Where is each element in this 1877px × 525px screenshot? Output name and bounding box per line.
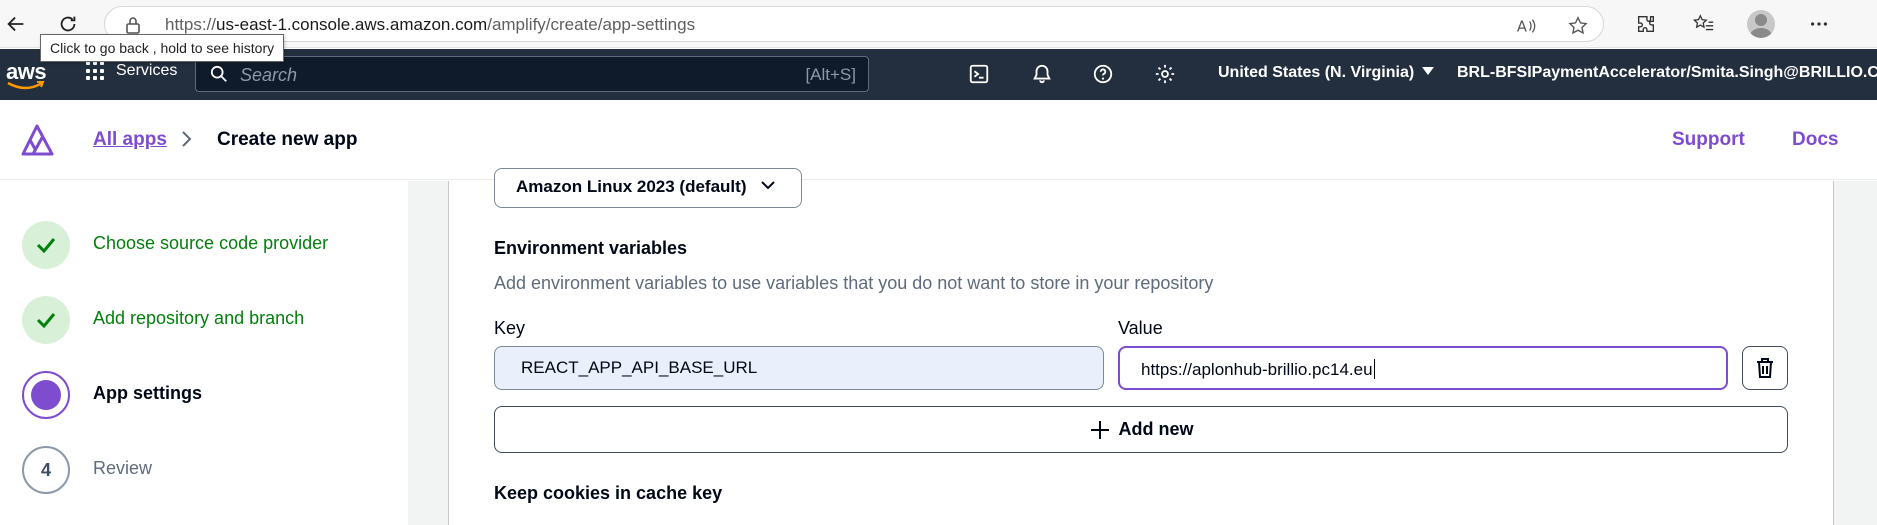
back-button[interactable] [0,8,32,40]
step-complete-badge [22,221,70,269]
env-value-text: https://aplonhub-brillio.pc14.eu [1141,359,1375,379]
notifications-button[interactable] [1030,62,1054,86]
search-placeholder: Search [240,65,298,85]
keep-cookies-title: Keep cookies in cache key [494,483,723,503]
remove-variable-button[interactable] [1742,346,1788,390]
step-number-badge: 4 [22,446,70,494]
more-dots-icon [1810,22,1828,26]
key-label: Key [494,318,526,338]
plus-icon [1090,420,1109,439]
chevron-down-icon [761,181,775,190]
help-button[interactable] [1091,62,1115,86]
build-image-value: Amazon Linux 2023 (default) [516,177,747,196]
services-label: Services [116,62,178,79]
step-add-repository[interactable]: Add repository and branch [22,296,402,344]
active-dot-icon [31,380,61,410]
reload-icon [60,16,76,32]
url-text: https://us-east-1.console.aws.amazon.com… [165,15,696,34]
back-arrow-icon [7,16,24,32]
env-vars-title: Environment variables [494,238,688,258]
amplify-logo-icon[interactable] [20,122,58,156]
services-grid-icon [86,61,106,81]
favorite-star-icon[interactable] [1567,15,1589,37]
content-gutter-right [1834,181,1877,525]
search-shortcut: [Alt+S] [805,65,856,84]
trash-icon [1757,358,1773,378]
lock-icon [126,17,140,34]
cloudshell-icon [969,64,989,84]
svg-text:A: A [1517,19,1527,36]
puzzle-icon [1637,15,1655,33]
step-label: App settings [93,383,203,403]
add-new-variable-button[interactable]: Add new [494,406,1788,453]
help-icon [1093,64,1113,84]
extensions-button[interactable] [1632,10,1660,38]
env-key-input[interactable]: REACT_APP_API_BASE_URL [494,346,1104,390]
env-vars-description: Add environment variables to use variabl… [494,273,1214,293]
docs-link[interactable]: Docs [1792,129,1838,151]
gear-icon [1155,64,1175,84]
step-app-settings[interactable]: App settings [22,371,402,419]
check-icon [36,238,56,253]
env-key-text: REACT_APP_API_BASE_URL [521,358,758,377]
browser-menu-button[interactable] [1805,10,1833,38]
favorites-button[interactable] [1690,10,1718,38]
content-gutter-left [408,181,448,525]
step-choose-source[interactable]: Choose source code provider [22,221,402,269]
breadcrumb-all-apps[interactable]: All apps [93,129,167,151]
favorites-list-icon [1693,14,1714,31]
step-label: Add repository and branch [93,308,305,328]
read-aloud-icon[interactable]: A [1515,15,1537,37]
amplify-header: All apps Create new app Support Docs [0,100,1877,180]
value-label: Value [1118,318,1163,338]
bell-icon [1033,64,1051,84]
support-link[interactable]: Support [1672,129,1745,151]
breadcrumb-current: Create new app [217,129,358,150]
cloudshell-button[interactable] [967,62,991,86]
step-complete-badge [22,296,70,344]
account-label: BRL-BFSIPaymentAccelerator/Smita.Singh@B… [1457,64,1877,81]
account-menu[interactable]: BRL-BFSIPaymentAccelerator/Smita.Singh@B… [1457,64,1877,82]
step-active-badge [22,371,70,419]
services-menu[interactable]: Services [86,61,177,81]
region-label: United States (N. Virginia) [1218,64,1415,81]
search-icon [210,65,227,82]
address-bar[interactable]: https://us-east-1.console.aws.amazon.com… [104,6,1604,42]
region-selector[interactable]: United States (N. Virginia) [1218,64,1435,82]
add-new-label: Add new [1118,419,1194,439]
step-label: Choose source code provider [93,233,329,253]
settings-button[interactable] [1153,62,1177,86]
build-image-select[interactable]: Amazon Linux 2023 (default) [494,168,802,208]
text-caret [1373,359,1375,379]
aws-smile-icon [7,81,45,90]
step-label: Review [93,458,153,478]
back-tooltip: Click to go back , hold to see history [40,34,285,62]
chevron-right-icon [182,131,192,147]
wizard-steps: Choose source code provider Add reposito… [0,181,408,525]
aws-search-input[interactable]: Search [Alt+S] [195,56,869,92]
step-review: 4 Review [22,446,402,494]
aws-logo[interactable]: aws [6,59,47,90]
caret-down-icon [1422,67,1435,75]
check-icon [36,313,56,328]
profile-avatar[interactable] [1747,10,1775,38]
env-value-input[interactable]: https://aplonhub-brillio.pc14.eu [1118,346,1728,390]
